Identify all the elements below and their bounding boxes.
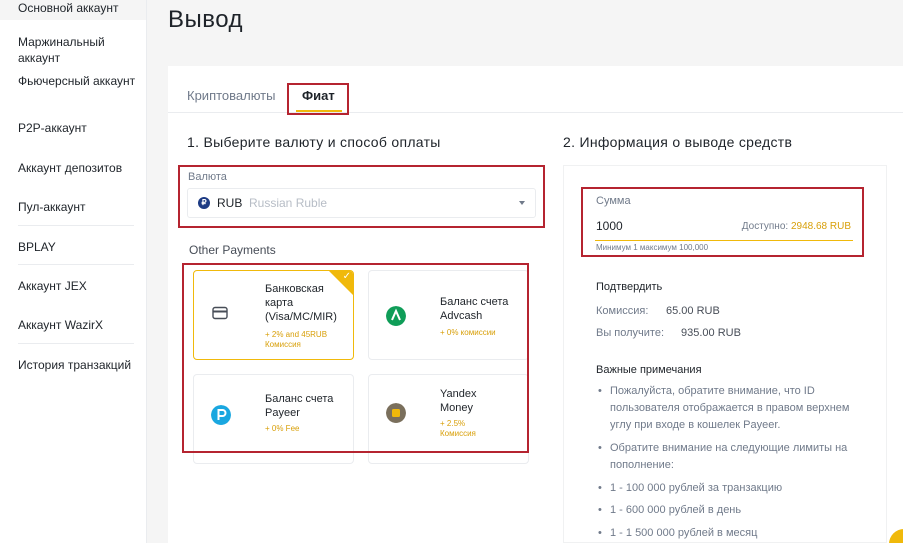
page-title: Вывод: [168, 6, 244, 33]
currency-name: Russian Ruble: [249, 196, 328, 210]
sidebar-item-label: P2P-аккаунт: [18, 121, 87, 135]
ruble-coin-icon: ₽: [198, 197, 210, 209]
payment-option-advcash[interactable]: Баланс счета Advcash + 0% комиссии: [368, 270, 529, 360]
sidebar-item-main-account[interactable]: Основной аккаунт: [0, 0, 146, 20]
sidebar-item-transaction-history[interactable]: История транзакций: [18, 357, 138, 373]
payment-fee: + 2% and 45RUB Комиссия: [265, 330, 328, 349]
payment-option-yandex-money[interactable]: Yandex Money + 2.5% Комиссия: [368, 374, 529, 464]
sidebar-item-label: BPLAY: [18, 240, 56, 254]
sidebar-item-wazirx-account[interactable]: Аккаунт WazirX: [18, 317, 138, 333]
sidebar-item-jex-account[interactable]: Аккаунт JEX: [18, 278, 138, 294]
available-label: Доступно:: [741, 221, 789, 232]
currency-label: Валюта: [188, 171, 227, 183]
sidebar-item-label: Аккаунт WazirX: [18, 318, 103, 332]
sidebar-item-label: История транзакций: [18, 358, 132, 372]
confirm-title: Подтвердить: [596, 281, 663, 293]
note-item: • 1 - 1 500 000 рублей в месяц: [598, 525, 860, 542]
sidebar-item-margin-account[interactable]: Маржинальный аккаунт: [18, 34, 138, 66]
available-value: 2948.68 RUB: [790, 221, 851, 232]
note-item: • 1 - 600 000 рублей в день: [598, 502, 860, 519]
fee-value: 65.00 RUB: [666, 305, 720, 317]
sidebar: Основной аккаунт Маржинальный аккаунт Фь…: [0, 0, 147, 543]
payment-title: Баланс счета Advcash: [440, 296, 509, 322]
payment-fee: + 0% Fee: [265, 424, 300, 433]
bullet: •: [598, 527, 602, 539]
sidebar-item-deposit-account[interactable]: Аккаунт депозитов: [18, 160, 138, 176]
payment-fee: + 2.5% Комиссия: [440, 419, 476, 438]
bullet: •: [598, 482, 602, 494]
note-text: Пожалуйста, обратите внимание, что ID по…: [610, 385, 850, 431]
sidebar-divider: [18, 343, 134, 344]
yandex-money-icon: [386, 403, 406, 423]
currency-select[interactable]: ₽ RUB Russian Ruble: [187, 188, 536, 218]
note-item: • Обратите внимание на следующие лимиты …: [598, 440, 860, 474]
min-max-hint: Минимум 1 максимум 100,000: [596, 243, 709, 252]
bullet: •: [598, 504, 602, 516]
note-item: • Пожалуйста, обратите внимание, что ID …: [598, 383, 860, 434]
sidebar-item-futures-account[interactable]: Фьючерсный аккаунт: [18, 73, 138, 89]
other-payments-title: Other Payments: [189, 243, 276, 257]
payeer-icon: [211, 405, 231, 425]
sidebar-item-label: Маржинальный аккаунт: [18, 35, 105, 65]
sidebar-item-label: Аккаунт JEX: [18, 279, 87, 293]
amount-input[interactable]: 1000 Доступно: 2948.68 RUB: [595, 213, 853, 241]
receive-value: 935.00 RUB: [681, 327, 741, 339]
sidebar-item-p2p-account[interactable]: P2P-аккаунт: [18, 120, 138, 136]
sidebar-item-label: Аккаунт депозитов: [18, 161, 123, 175]
payment-option-bank-card[interactable]: ✓ Банковская карта (Visa/MC/MIR) + 2% an…: [193, 270, 354, 360]
tab-fiat[interactable]: Фиат: [302, 88, 335, 104]
chevron-down-icon: [519, 201, 525, 205]
payment-option-payeer[interactable]: Баланс счета Payeer + 0% Fee: [193, 374, 354, 464]
receive-label: Вы получите:: [596, 327, 665, 339]
sidebar-divider: [18, 225, 134, 226]
bullet: •: [598, 385, 602, 397]
amount-label: Сумма: [596, 195, 631, 207]
sidebar-item-label: Фьючерсный аккаунт: [18, 74, 136, 88]
sidebar-item-label: Пул-аккаунт: [18, 200, 86, 214]
section-title-select-currency: 1. Выберите валюту и способ оплаты: [187, 134, 441, 150]
advcash-icon: [386, 306, 406, 326]
section-title-withdraw-info: 2. Информация о выводе средств: [563, 134, 793, 150]
tab-crypto[interactable]: Криптовалюты: [187, 88, 275, 104]
sidebar-divider: [18, 264, 134, 265]
payment-title: Банковская карта (Visa/MC/MIR): [265, 283, 337, 323]
currency-code: RUB: [217, 196, 243, 210]
bullet: •: [598, 442, 602, 454]
bank-card-icon: [212, 306, 228, 320]
tabs-divider: [168, 112, 903, 113]
sidebar-item-label: Основной аккаунт: [18, 1, 119, 15]
note-text: 1 - 1 500 000 рублей в месяц: [610, 527, 758, 539]
note-text: 1 - 100 000 рублей за транзакцию: [610, 482, 783, 494]
sidebar-item-bplay[interactable]: BPLAY: [18, 239, 138, 255]
note-item: • 1 - 100 000 рублей за транзакцию: [598, 480, 860, 497]
note-text: Обратите внимание на следующие лимиты на…: [610, 442, 848, 471]
payment-title: Баланс счета Payeer: [265, 393, 334, 419]
payment-fee: + 0% комиссии: [440, 328, 496, 337]
fee-label: Комиссия:: [596, 305, 649, 317]
notes-title: Важные примечания: [596, 364, 702, 376]
payment-title: Yandex Money: [440, 388, 477, 414]
amount-value: 1000: [596, 219, 623, 233]
sidebar-item-pool-account[interactable]: Пул-аккаунт: [18, 199, 138, 215]
available-balance: Доступно: 2948.68 RUB: [742, 221, 851, 232]
tab-active-indicator: [296, 110, 342, 112]
note-text: 1 - 600 000 рублей в день: [610, 504, 742, 516]
